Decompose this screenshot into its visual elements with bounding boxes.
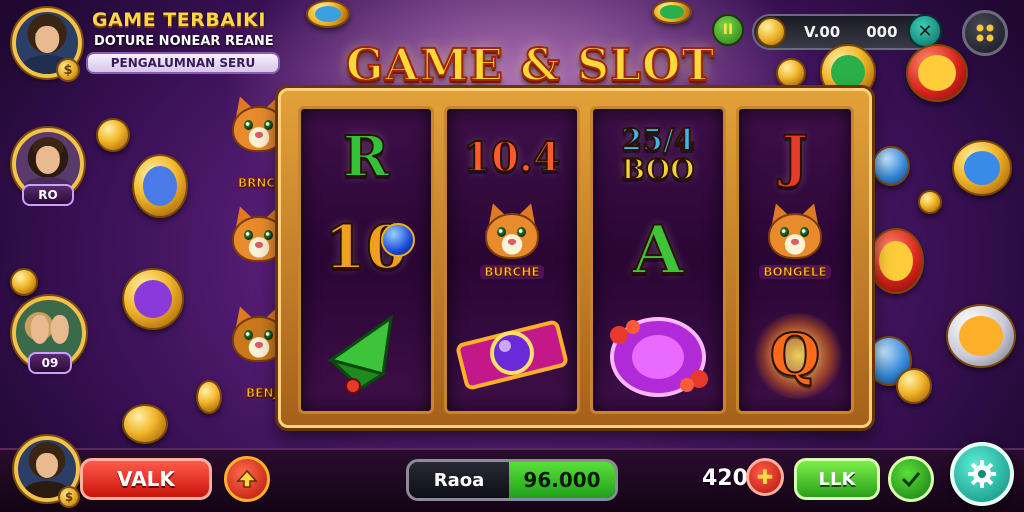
bottom-coin-badge-icon: $ xyxy=(58,486,80,508)
green-leaf-icon xyxy=(327,314,393,394)
floating-coin-icon xyxy=(906,44,968,102)
floating-coin-icon xyxy=(10,268,38,296)
bet-value: 420 xyxy=(702,466,748,491)
floating-coin-icon xyxy=(918,190,942,214)
dots-grid-icon xyxy=(976,24,994,42)
pause-button[interactable]: II xyxy=(712,14,744,46)
floating-coin-icon xyxy=(306,0,350,28)
floating-coin-icon xyxy=(96,118,130,152)
action-button[interactable]: VALK xyxy=(80,458,212,500)
game-title: GAME & SLOT xyxy=(345,39,716,92)
purple-jewel-icon xyxy=(610,317,708,397)
header-subtitle: DOTURE NONEAR REANE xyxy=(94,34,274,49)
reel-2[interactable]: 10.4 BURCHE xyxy=(444,106,580,414)
cat-symbol-icon xyxy=(760,200,830,265)
floating-coin-icon xyxy=(946,304,1016,368)
reel-4-symbol-3: Q xyxy=(769,320,822,390)
floating-coin-icon xyxy=(122,268,184,330)
reel-2-cat-label: BURCHE xyxy=(480,265,544,280)
floating-coin-icon xyxy=(132,154,188,218)
floating-coin-icon xyxy=(196,380,222,414)
reel-3[interactable]: 25/4 BOO A xyxy=(590,106,726,414)
reel-3-symbol-2: A xyxy=(631,210,684,290)
coin-value: V.00 xyxy=(804,23,841,41)
balance-label: Raoa xyxy=(409,462,509,498)
gear-icon xyxy=(968,460,996,488)
reel-4-cat-label: BONGELE xyxy=(759,265,831,280)
floating-coin-icon xyxy=(952,140,1012,196)
reel-4-symbol-1: J xyxy=(781,123,809,191)
spin-button[interactable]: LLK xyxy=(794,458,880,500)
bet-adjust-button[interactable]: ✚ xyxy=(746,458,784,496)
blue-orb-icon xyxy=(381,223,415,257)
up-button[interactable] xyxy=(224,456,270,502)
header-title: GAME TERBAIKI xyxy=(92,9,266,31)
reel-1-symbol-1: R xyxy=(342,123,391,191)
close-button[interactable]: ✕ xyxy=(908,14,942,48)
floating-coin-icon xyxy=(122,404,168,444)
floating-coin-icon xyxy=(896,368,932,404)
side-player-label-1: RO xyxy=(22,184,74,206)
balance-value: 96.000 xyxy=(509,462,615,498)
menu-button[interactable] xyxy=(962,10,1008,56)
reel-1[interactable]: R 10 xyxy=(298,106,434,414)
cat-symbol-icon xyxy=(477,200,547,265)
side-cat-label-2: BENJ xyxy=(242,386,282,401)
side-player-label-2: 09 xyxy=(28,352,72,374)
orb-ticket-icon xyxy=(456,320,568,390)
coin-badge-icon: $ xyxy=(56,58,80,82)
floating-coin-icon xyxy=(652,0,692,24)
floating-coin-icon xyxy=(872,146,910,186)
balance-box: Raoa 96.000 xyxy=(406,459,618,501)
coin-amount: 000 xyxy=(866,23,898,41)
header-tag: PENGALUMNAN SERU xyxy=(86,52,280,74)
arrow-up-icon xyxy=(236,469,258,488)
gold-coin-icon xyxy=(756,17,786,47)
check-icon xyxy=(901,472,921,488)
reel-2-symbol-1: 10.4 xyxy=(462,133,561,182)
plus-icon: ✚ xyxy=(756,465,774,489)
settings-button[interactable] xyxy=(950,442,1014,506)
reel-3-symbol-1: 25/4 xyxy=(620,123,696,158)
confirm-button[interactable] xyxy=(888,456,934,502)
reel-4[interactable]: J BONGELE Q xyxy=(736,106,854,414)
floating-coin-icon xyxy=(776,58,806,88)
reel-3-symbol-1-sub: BOO xyxy=(621,153,696,186)
floating-coin-icon xyxy=(868,228,924,294)
